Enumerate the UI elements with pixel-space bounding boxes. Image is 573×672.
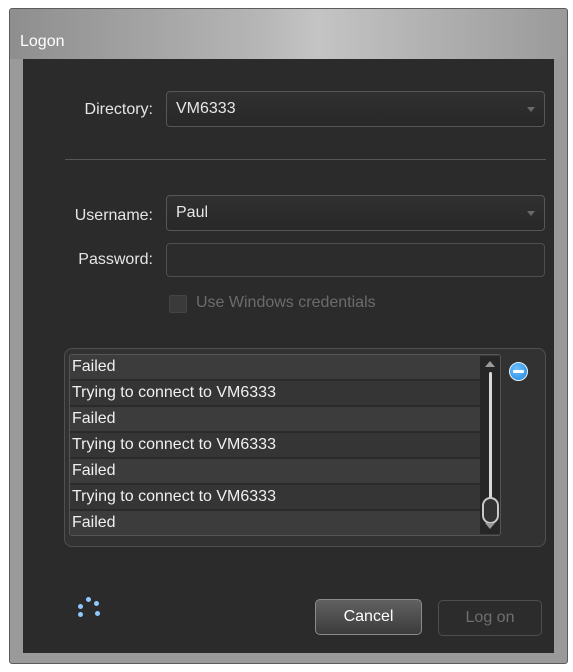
chevron-down-icon <box>527 211 535 216</box>
log-item: Trying to connect to VM6333 <box>70 381 500 407</box>
connection-log-panel: Failed Trying to connect to VM6333 Faile… <box>64 348 546 547</box>
log-item: Failed <box>70 407 500 433</box>
title-bar: Logon <box>10 9 567 59</box>
window-title: Logon <box>20 33 65 50</box>
username-label: Username: <box>74 207 153 224</box>
username-dropdown[interactable]: Paul <box>166 195 545 231</box>
log-on-button[interactable]: Log on <box>438 600 542 636</box>
password-field[interactable] <box>166 243 545 277</box>
scroll-up-arrow-icon[interactable] <box>485 361 495 367</box>
log-item: Failed <box>70 355 500 381</box>
logon-window: Logon Directory: VM6333 Username: Paul P… <box>9 8 568 664</box>
log-item: Failed <box>70 511 500 535</box>
loading-spinner-icon <box>75 596 103 624</box>
windows-credentials-checkbox[interactable] <box>169 295 187 313</box>
scroll-thumb[interactable] <box>482 497 499 524</box>
cancel-button[interactable]: Cancel <box>315 599 422 635</box>
windows-credentials-label: Use Windows credentials <box>196 294 376 311</box>
dialog-body: Directory: VM6333 Username: Paul Passwor… <box>23 59 554 653</box>
directory-value: VM6333 <box>176 100 236 117</box>
log-scrollbar[interactable] <box>480 356 500 534</box>
connection-log-list[interactable]: Failed Trying to connect to VM6333 Faile… <box>69 354 501 536</box>
password-label: Password: <box>78 251 153 268</box>
directory-dropdown[interactable]: VM6333 <box>166 91 545 127</box>
chevron-down-icon <box>527 107 535 112</box>
log-item: Trying to connect to VM6333 <box>70 433 500 459</box>
username-value: Paul <box>176 204 209 221</box>
log-item: Trying to connect to VM6333 <box>70 485 500 511</box>
scroll-down-arrow-icon[interactable] <box>485 523 495 529</box>
section-divider <box>65 159 546 160</box>
minus-circle-icon[interactable] <box>509 362 528 381</box>
directory-label: Directory: <box>84 101 153 118</box>
log-item: Failed <box>70 459 500 485</box>
scroll-track[interactable] <box>489 372 492 500</box>
